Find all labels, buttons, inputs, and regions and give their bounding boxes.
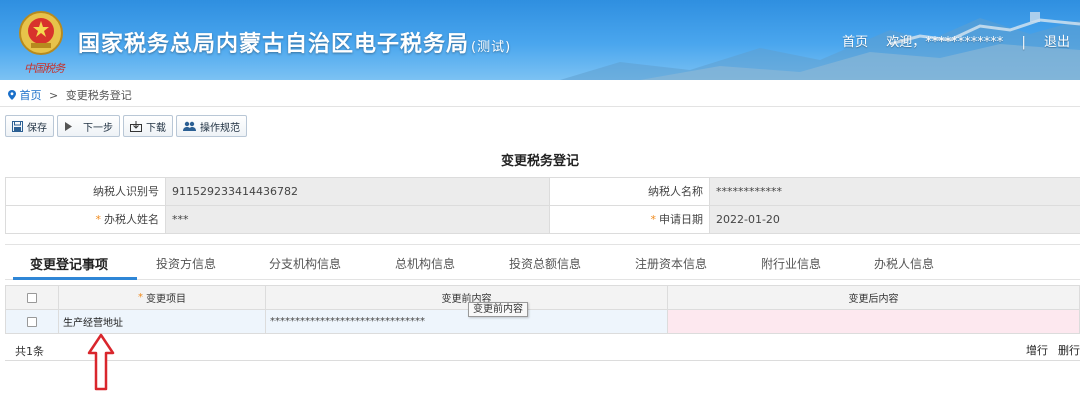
row-checkbox[interactable] [27, 316, 37, 327]
breadcrumb-divider [0, 106, 1080, 107]
table-row[interactable]: 生产经营地址 ******************************* [5, 310, 1080, 334]
toolbar: 保存 下一步 下载 操作规范 [5, 115, 250, 137]
handler-name-value: *** [165, 206, 549, 233]
floppy-disk-icon [12, 120, 23, 132]
tab-change-items[interactable]: 变更登记事项 [30, 254, 108, 273]
download-button-label: 下载 [146, 122, 166, 134]
taxpayer-info-grid: 纳税人识别号 911529233414436782 纳税人名称 ********… [5, 177, 1080, 234]
handler-name-label-cell: * 办税人姓名 [5, 206, 165, 233]
guide-button[interactable]: 操作规范 [176, 115, 247, 137]
next-step-button-label: 下一步 [83, 122, 113, 134]
required-mark: * [138, 292, 143, 303]
save-button[interactable]: 保存 [5, 115, 54, 137]
red-up-arrow-annotation [87, 333, 115, 391]
tab-branch-info[interactable]: 分支机构信息 [269, 255, 341, 272]
breadcrumb: 首页 > 变更税务登记 [8, 87, 132, 103]
change-items-table: * 变更项目 变更前内容 变更后内容 生产经营地址 ***************… [5, 285, 1080, 334]
tab-sub-industry-info[interactable]: 附行业信息 [761, 255, 821, 272]
row-after-input[interactable] [668, 310, 1079, 333]
taxpayer-id-value: 911529233414436782 [165, 178, 549, 205]
top-nav: 首页 欢迎，************ | 退出 [842, 31, 1070, 50]
next-step-button[interactable]: 下一步 [57, 115, 120, 137]
taxpayer-name-value: ************ [709, 178, 1080, 205]
row-before: ******************************* [266, 310, 668, 333]
table-header-row: * 变更项目 变更前内容 变更后内容 [5, 285, 1080, 310]
taxpayer-id-label: 纳税人识别号 [5, 178, 165, 205]
play-arrow-icon [65, 121, 72, 131]
table-footer: 共1条 增行 删行 [5, 337, 1080, 361]
header-before: 变更前内容 [266, 286, 668, 309]
tax-signature-logo: 中国税务 [24, 62, 65, 75]
column-tooltip: 变更前内容 [468, 302, 528, 317]
total-count: 共1条 [15, 345, 44, 358]
apply-date-value: 2022-01-20 [709, 206, 1080, 233]
form-title: 变更税务登记 [500, 154, 579, 169]
active-tab-indicator [13, 277, 137, 280]
site-title-text: 国家税务总局内蒙古自治区电子税务局 [78, 32, 470, 57]
header-checkbox-cell [6, 286, 59, 309]
tab-investor-info[interactable]: 投资方信息 [156, 255, 216, 272]
download-tray-icon [130, 120, 142, 132]
info-row-1: 纳税人识别号 911529233414436782 纳税人名称 ********… [5, 178, 1080, 206]
header-item-label: 变更项目 [146, 294, 186, 305]
add-row-link[interactable]: 增行 [1026, 342, 1048, 358]
handler-name-label: 办税人姓名 [104, 213, 159, 226]
row-checkbox-cell [6, 310, 59, 333]
guide-button-label: 操作规范 [200, 122, 240, 134]
nav-separator: | [1021, 35, 1026, 50]
info-row-2: * 办税人姓名 *** * 申请日期 2022-01-20 [5, 206, 1080, 234]
logout-link[interactable]: 退出 [1044, 31, 1070, 50]
taxpayer-name-label: 纳税人名称 [549, 178, 709, 205]
tab-tax-handler-info[interactable]: 办税人信息 [874, 255, 934, 272]
required-mark: * [95, 213, 102, 226]
download-button[interactable]: 下载 [123, 115, 173, 137]
apply-date-label: 申请日期 [659, 213, 703, 226]
tax-emblem-icon [19, 11, 63, 55]
breadcrumb-home-link[interactable]: 首页 [20, 89, 42, 102]
delete-row-link[interactable]: 删行 [1058, 342, 1080, 358]
test-tag: (测试) [471, 40, 512, 55]
select-all-checkbox[interactable] [27, 292, 37, 303]
site-header: 中国税务 国家税务总局内蒙古自治区电子税务局 (测试) 首页 欢迎，*******… [0, 0, 1080, 80]
header-item: * 变更项目 [59, 286, 266, 309]
save-button-label: 保存 [27, 122, 47, 134]
row-item[interactable]: 生产经营地址 [59, 310, 266, 333]
tab-bar: 变更登记事项 投资方信息 分支机构信息 总机构信息 投资总额信息 注册资本信息 … [5, 244, 1080, 280]
tab-head-office-info[interactable]: 总机构信息 [395, 255, 455, 272]
site-title: 国家税务总局内蒙古自治区电子税务局 (测试) [78, 26, 511, 58]
location-pin-icon [8, 90, 16, 100]
apply-date-label-cell: * 申请日期 [549, 206, 709, 233]
breadcrumb-separator: > [49, 89, 59, 102]
breadcrumb-current: 变更税务登记 [65, 89, 132, 102]
home-link[interactable]: 首页 [842, 31, 868, 50]
tab-registered-capital-info[interactable]: 注册资本信息 [635, 255, 707, 272]
required-mark: * [650, 213, 657, 226]
users-icon [183, 121, 196, 131]
tab-total-investment-info[interactable]: 投资总额信息 [509, 255, 581, 272]
welcome-text: 欢迎，************ [886, 35, 1004, 50]
header-after: 变更后内容 [848, 294, 899, 305]
